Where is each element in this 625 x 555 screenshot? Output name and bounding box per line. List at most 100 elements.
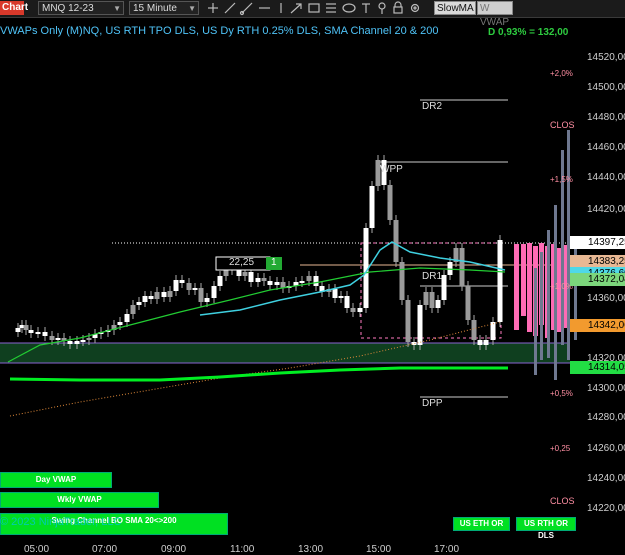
wkly-vwap-button[interactable]: Wkly VWAP bbox=[0, 492, 159, 508]
time-tick-label: 09:00 bbox=[161, 544, 187, 555]
price-tag: 14397,25 bbox=[570, 236, 625, 249]
tpo-bar bbox=[527, 243, 532, 332]
tpo-bar bbox=[514, 244, 519, 330]
candle-body bbox=[124, 314, 130, 322]
candle-body bbox=[350, 308, 356, 312]
candles-group bbox=[15, 155, 503, 350]
dpp-label: DPP bbox=[422, 398, 443, 409]
pct-label: +1,5% bbox=[550, 175, 573, 184]
dr2-label: DR2 bbox=[422, 101, 443, 112]
candle-body bbox=[267, 281, 273, 285]
candle-body bbox=[405, 300, 411, 342]
volume-bar bbox=[547, 230, 550, 358]
candle-body bbox=[192, 288, 198, 290]
candle-body bbox=[483, 340, 489, 345]
candle-body bbox=[142, 296, 148, 302]
candle-body bbox=[299, 281, 305, 283]
price-tick-label: 14460,00 bbox=[587, 142, 625, 153]
candle-body bbox=[447, 262, 453, 275]
candle-body bbox=[204, 298, 210, 302]
candle-body bbox=[393, 220, 399, 262]
candle-body bbox=[417, 305, 423, 345]
candle-body bbox=[55, 338, 61, 340]
candle-body bbox=[387, 185, 393, 220]
clos-label: CLOS bbox=[550, 120, 575, 130]
candle-body bbox=[332, 289, 338, 298]
candle-body bbox=[15, 328, 21, 332]
candle-body bbox=[369, 186, 375, 228]
candle-body bbox=[86, 338, 92, 340]
candle-body bbox=[441, 275, 447, 300]
pct-label: +2,0% bbox=[550, 69, 573, 78]
candle-body bbox=[255, 278, 261, 282]
candle-body bbox=[399, 262, 405, 300]
us-eth-or-button[interactable]: US ETH OR bbox=[453, 517, 510, 531]
candle-body bbox=[67, 341, 73, 344]
candle-body bbox=[217, 276, 223, 286]
price-tick-label: 14260,00 bbox=[587, 443, 625, 454]
price-tick-label: 14300,00 bbox=[587, 383, 625, 394]
candle-body bbox=[248, 272, 254, 282]
time-tick-label: 15:00 bbox=[366, 544, 392, 555]
candle-body bbox=[459, 248, 465, 286]
volume-bar bbox=[534, 268, 537, 375]
or-range-box bbox=[360, 242, 502, 339]
copyright-text: © 2023 NinjaTrader, LLC bbox=[0, 516, 122, 528]
candle-body bbox=[471, 320, 477, 340]
candle-body bbox=[154, 292, 160, 299]
candle-body bbox=[80, 340, 86, 342]
candle-body bbox=[23, 325, 29, 330]
price-tick-label: 14220,00 bbox=[587, 503, 625, 514]
candle-body bbox=[477, 340, 483, 345]
candle-body bbox=[435, 300, 441, 308]
candle-body bbox=[274, 282, 280, 285]
candle-body bbox=[130, 305, 136, 314]
volume-bar bbox=[554, 205, 557, 380]
pct-label: +0,5% bbox=[550, 389, 573, 398]
candle-body bbox=[148, 296, 154, 299]
candle-body bbox=[74, 341, 80, 344]
candle-body bbox=[117, 322, 123, 325]
time-tick-label: 11:00 bbox=[230, 544, 255, 555]
candle-body bbox=[136, 302, 142, 305]
candle-body bbox=[167, 291, 173, 297]
us-rth-or-dls-button[interactable]: US RTH OR DLS bbox=[516, 517, 576, 540]
candle-body bbox=[261, 278, 267, 281]
time-tick-label: 17:00 bbox=[434, 544, 460, 555]
day-vwap-button[interactable]: Day VWAP bbox=[0, 472, 112, 488]
price-tick-label: 14360,00 bbox=[587, 293, 625, 304]
ruler-value: 22,25 bbox=[229, 257, 255, 268]
candle-body bbox=[161, 292, 167, 297]
candle-body bbox=[465, 286, 471, 320]
candle-body bbox=[242, 272, 248, 276]
clos-label: CLOS bbox=[550, 496, 575, 506]
candle-body bbox=[173, 280, 179, 291]
price-tick-label: 14480,00 bbox=[587, 112, 625, 123]
candle-body bbox=[344, 296, 350, 308]
candle-body bbox=[429, 292, 435, 308]
candle-body bbox=[211, 286, 217, 298]
price-tag: 14314,05 bbox=[570, 361, 625, 374]
price-tick-label: 14520,00 bbox=[587, 52, 625, 63]
candle-body bbox=[490, 322, 496, 340]
time-tick-label: 07:00 bbox=[92, 544, 118, 555]
candle-body bbox=[28, 330, 34, 333]
price-tag: 14342,06 bbox=[570, 319, 625, 332]
price-tick-label: 14420,00 bbox=[587, 204, 625, 215]
chart-backdrop bbox=[0, 99, 570, 398]
candle-body bbox=[186, 283, 192, 290]
wpp-label: WPP bbox=[380, 164, 403, 175]
time-tick-label: 05:00 bbox=[24, 544, 50, 555]
tpo-bar bbox=[521, 244, 526, 316]
candle-body bbox=[357, 308, 363, 312]
candle-body bbox=[49, 336, 55, 340]
candle-body bbox=[179, 280, 185, 283]
candle-body bbox=[338, 296, 344, 298]
candle-body bbox=[423, 292, 429, 305]
price-tag: 14372,04 bbox=[570, 273, 625, 286]
sma200-line bbox=[9, 366, 508, 382]
candle-body bbox=[35, 332, 41, 334]
pct-label: +0,25 bbox=[550, 444, 571, 453]
value-area-band bbox=[0, 343, 570, 363]
candle-body bbox=[223, 270, 229, 276]
